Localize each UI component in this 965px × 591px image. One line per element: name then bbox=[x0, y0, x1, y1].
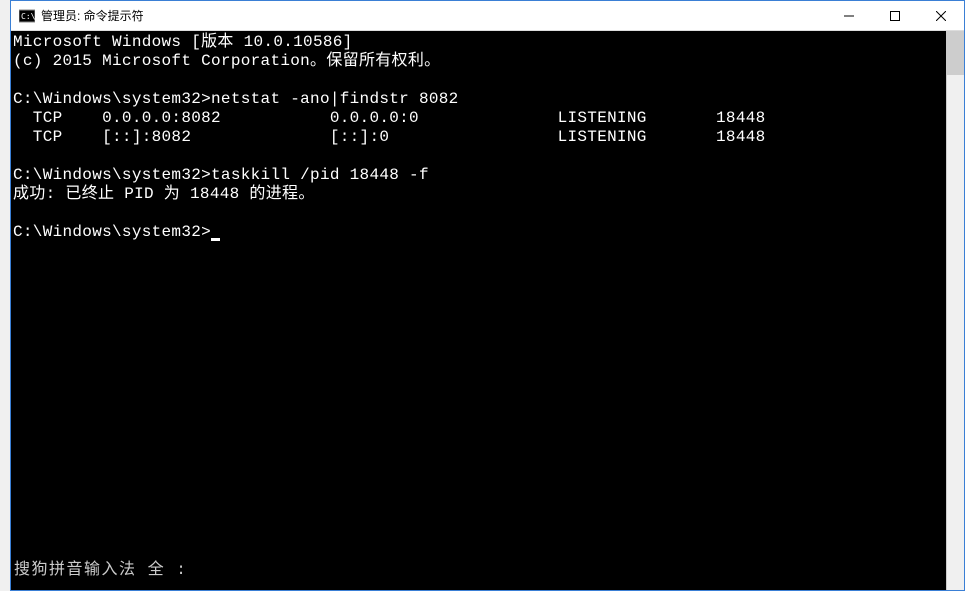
svg-text:C:\: C:\ bbox=[21, 12, 35, 21]
window-title: 管理员: 命令提示符 bbox=[41, 7, 826, 24]
scrollbar-thumb[interactable] bbox=[947, 31, 964, 75]
terminal[interactable]: Microsoft Windows [版本 10.0.10586] (c) 20… bbox=[11, 31, 946, 590]
scrollbar-arrow-down[interactable] bbox=[947, 573, 964, 590]
command-prompt-window: C:\ 管理员: 命令提示符 Microsoft Windows [版本 10.… bbox=[10, 0, 965, 591]
banner-line: (c) 2015 Microsoft Corporation。保留所有权利。 bbox=[13, 52, 440, 70]
command-input: netstat -ano|findstr 8082 bbox=[211, 90, 459, 108]
titlebar[interactable]: C:\ 管理员: 命令提示符 bbox=[11, 1, 964, 31]
vertical-scrollbar[interactable] bbox=[946, 31, 964, 590]
cursor bbox=[211, 238, 220, 241]
prompt-path: C:\Windows\system32> bbox=[13, 223, 211, 241]
minimize-button[interactable] bbox=[826, 1, 872, 30]
ime-status-text: 搜狗拼音输入法 全 : bbox=[14, 555, 187, 579]
prompt-path: C:\Windows\system32> bbox=[13, 90, 211, 108]
command-input: taskkill /pid 18448 -f bbox=[211, 166, 429, 184]
netstat-output-row: TCP 0.0.0.0:8082 0.0.0.0:0 LISTENING 184… bbox=[13, 109, 766, 127]
close-button[interactable] bbox=[918, 1, 964, 30]
netstat-output-row: TCP [::]:8082 [::]:0 LISTENING 18448 bbox=[13, 128, 766, 146]
window-controls bbox=[826, 1, 964, 30]
maximize-button[interactable] bbox=[872, 1, 918, 30]
banner-line: Microsoft Windows [版本 10.0.10586] bbox=[13, 33, 353, 51]
taskkill-output: 成功: 已终止 PID 为 18448 的进程。 bbox=[13, 185, 315, 203]
terminal-container: Microsoft Windows [版本 10.0.10586] (c) 20… bbox=[11, 31, 964, 590]
ime-status-bar: 搜狗拼音输入法 全 : bbox=[10, 554, 191, 580]
cmd-icon: C:\ bbox=[19, 8, 35, 24]
prompt-path: C:\Windows\system32> bbox=[13, 166, 211, 184]
